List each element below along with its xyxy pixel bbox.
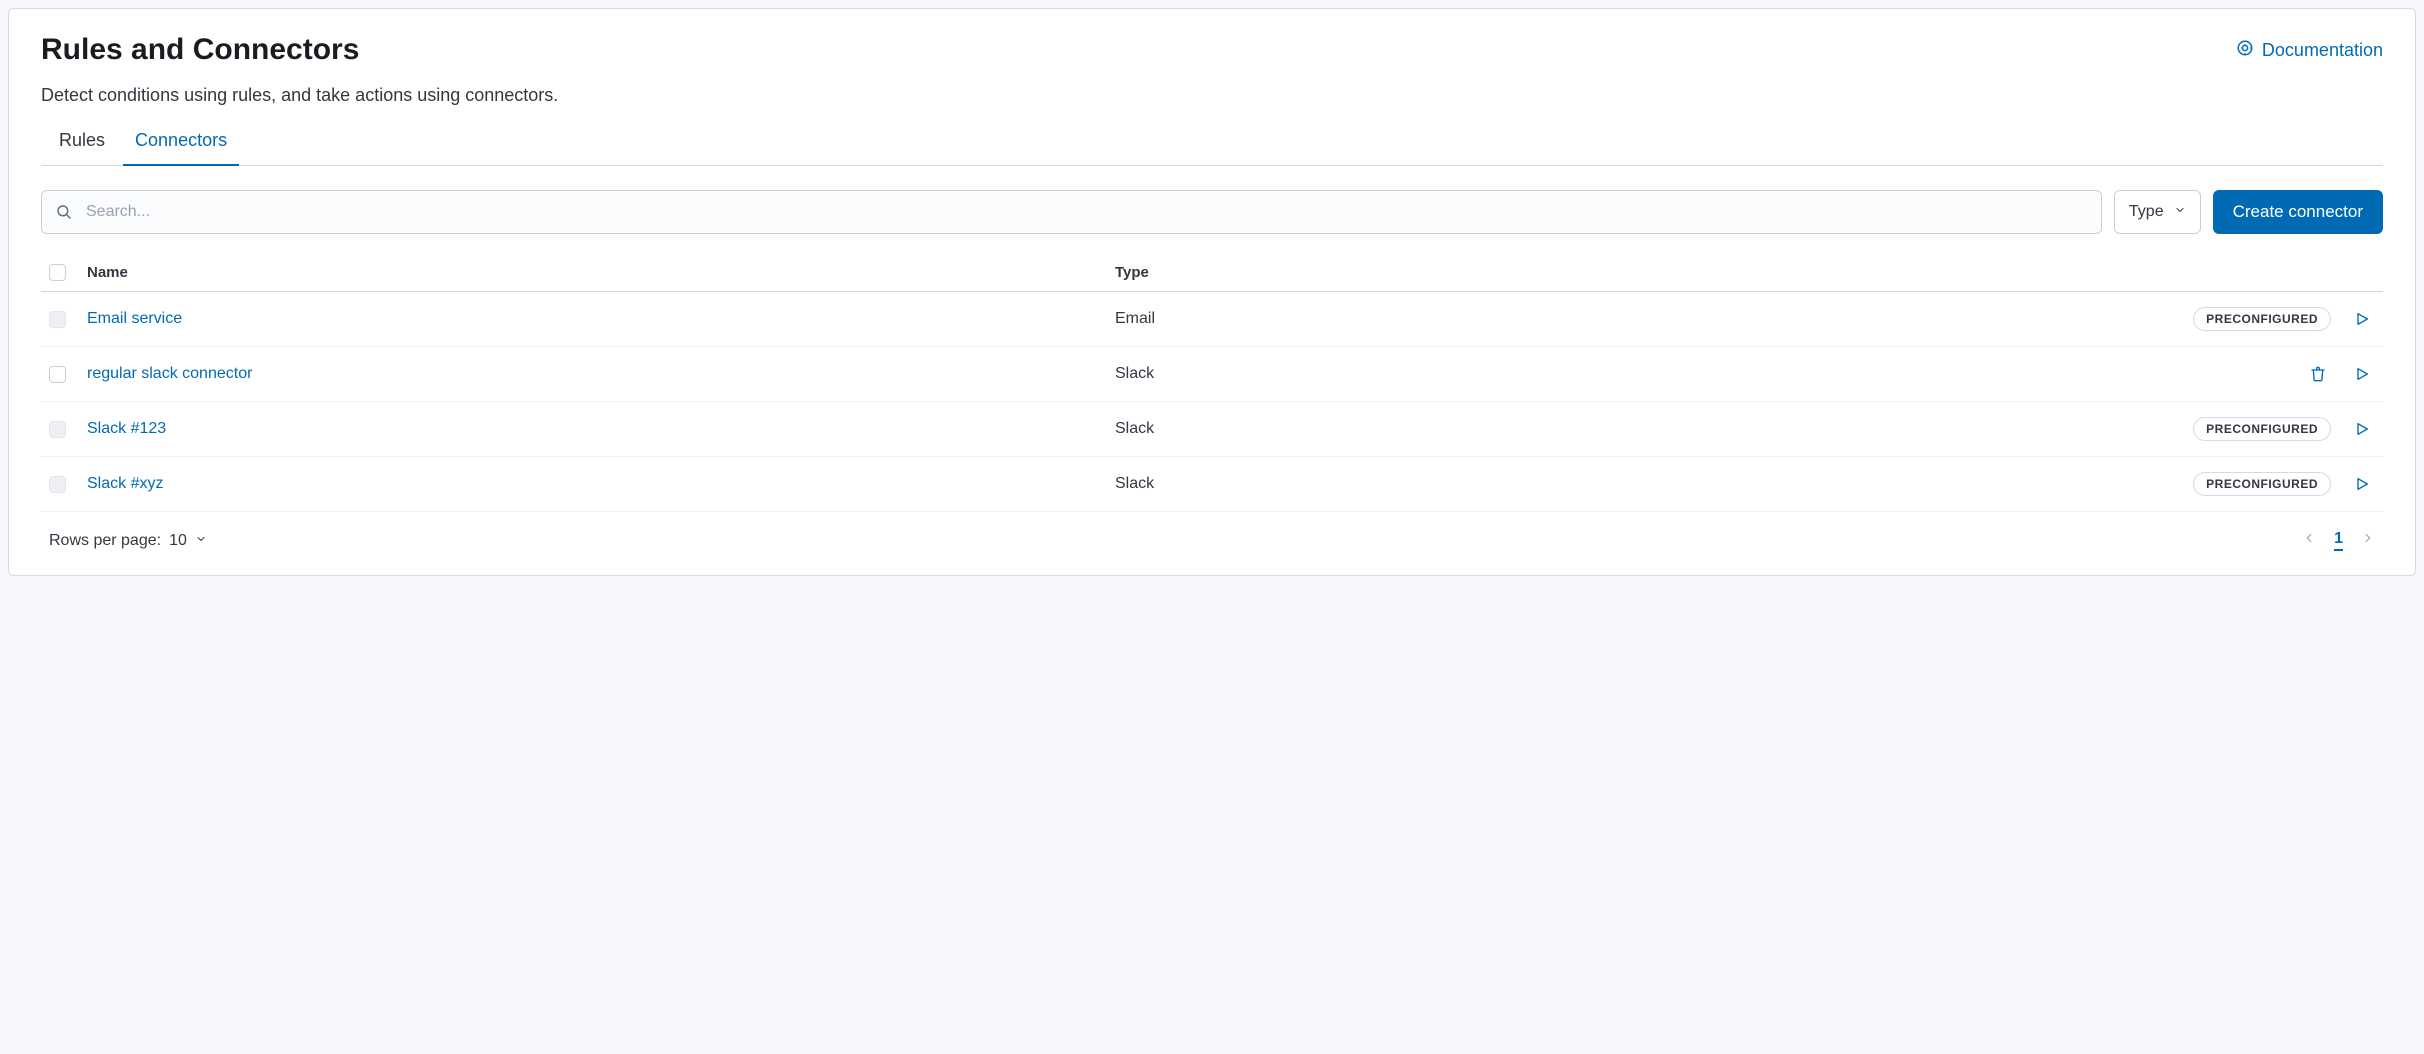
tab-rules[interactable]: Rules xyxy=(57,122,107,165)
connector-type: Slack xyxy=(1115,475,2143,493)
preconfigured-badge: PRECONFIGURED xyxy=(2193,417,2331,441)
create-connector-button[interactable]: Create connector xyxy=(2213,190,2383,234)
page-title: Rules and Connectors xyxy=(41,33,359,67)
trash-icon[interactable] xyxy=(2305,361,2331,387)
row-checkbox xyxy=(49,421,66,438)
column-header-name: Name xyxy=(87,264,1115,281)
prev-page-button[interactable] xyxy=(2302,531,2316,550)
run-icon[interactable] xyxy=(2349,416,2375,442)
run-icon[interactable] xyxy=(2349,306,2375,332)
connector-name-link[interactable]: regular slack connector xyxy=(87,365,252,382)
table-row: Slack #123 Slack PRECONFIGURED xyxy=(41,402,2383,457)
page-number[interactable]: 1 xyxy=(2334,530,2343,551)
connector-name-link[interactable]: Slack #123 xyxy=(87,420,166,437)
chevron-down-icon xyxy=(2174,203,2186,221)
connector-type: Slack xyxy=(1115,365,2143,383)
type-filter-label: Type xyxy=(2129,203,2164,221)
documentation-label: Documentation xyxy=(2262,40,2383,61)
row-checkbox xyxy=(49,311,66,328)
type-filter-dropdown[interactable]: Type xyxy=(2114,190,2201,234)
table-row: regular slack connector Slack xyxy=(41,347,2383,402)
rows-per-page-label: Rows per page: xyxy=(49,532,161,550)
row-checkbox xyxy=(49,476,66,493)
table-row: Slack #xyz Slack PRECONFIGURED xyxy=(41,457,2383,512)
preconfigured-badge: PRECONFIGURED xyxy=(2193,307,2331,331)
connector-name-link[interactable]: Email service xyxy=(87,310,182,327)
next-page-button[interactable] xyxy=(2361,531,2375,550)
chevron-down-icon xyxy=(195,532,207,550)
connector-type: Slack xyxy=(1115,420,2143,438)
documentation-link[interactable]: Documentation xyxy=(2236,39,2383,62)
rows-per-page-selector[interactable]: Rows per page: 10 xyxy=(49,532,207,550)
run-icon[interactable] xyxy=(2349,471,2375,497)
connector-type: Email xyxy=(1115,310,2143,328)
page-subtitle: Detect conditions using rules, and take … xyxy=(41,85,2383,106)
search-input[interactable] xyxy=(41,190,2102,234)
column-header-type: Type xyxy=(1115,264,2143,281)
select-all-checkbox[interactable] xyxy=(49,264,66,281)
connector-name-link[interactable]: Slack #xyz xyxy=(87,475,163,492)
tab-connectors[interactable]: Connectors xyxy=(133,122,229,165)
table-row: Email service Email PRECONFIGURED xyxy=(41,292,2383,347)
rows-per-page-value: 10 xyxy=(169,532,187,550)
preconfigured-badge: PRECONFIGURED xyxy=(2193,472,2331,496)
rules-connectors-panel: Rules and Connectors Documentation Detec… xyxy=(8,8,2416,576)
documentation-icon xyxy=(2236,39,2254,62)
connectors-table: Name Type Email service Email PRECONFIGU… xyxy=(41,254,2383,512)
tabs: Rules Connectors xyxy=(41,122,2383,166)
row-checkbox[interactable] xyxy=(49,366,66,383)
run-icon[interactable] xyxy=(2349,361,2375,387)
